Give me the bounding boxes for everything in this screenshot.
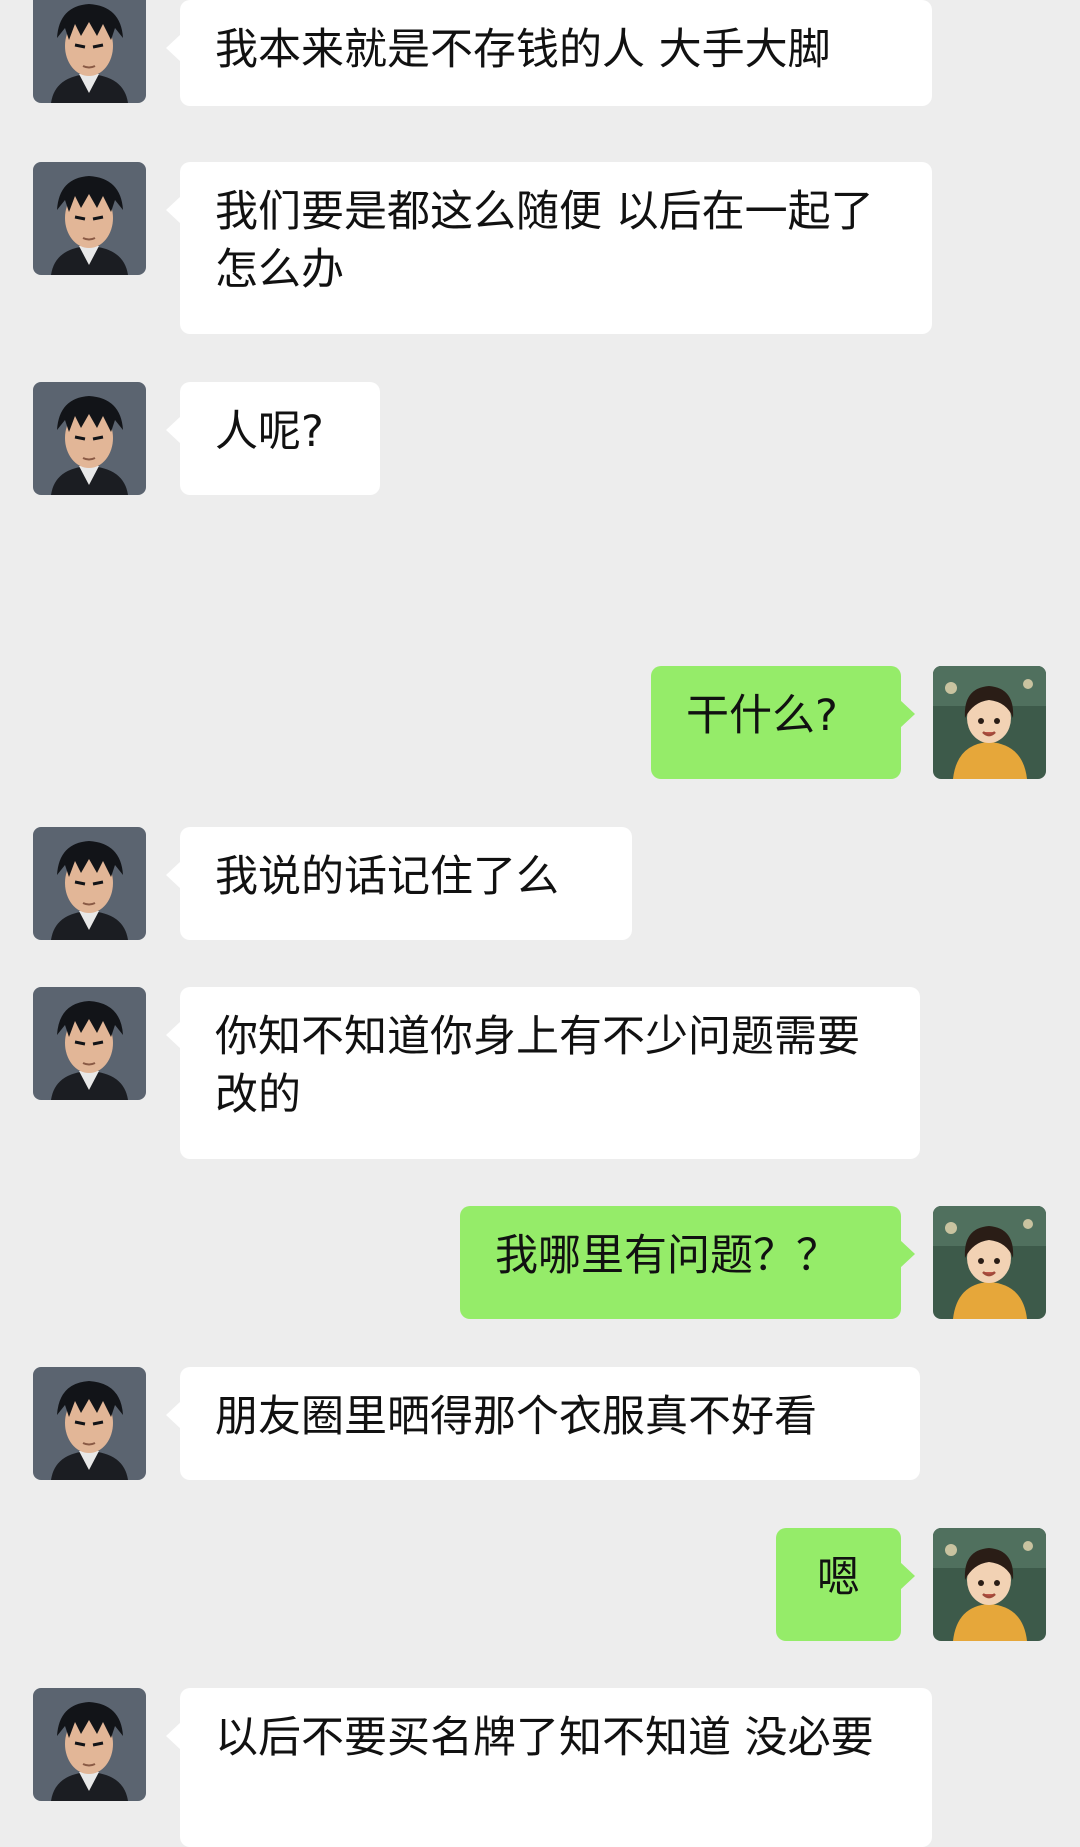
contact-avatar[interactable]	[33, 827, 146, 940]
anime-man-avatar-icon	[33, 0, 146, 103]
chat-message-list[interactable]: 我本来就是不存钱的人 大手大脚 我们要是都这么随便 以后在一起了怎么办 人呢? …	[0, 0, 1080, 1847]
incoming-message-bubble[interactable]: 我本来就是不存钱的人 大手大脚	[166, 0, 932, 106]
message-row-outgoing: 嗯	[0, 1528, 1080, 1641]
incoming-message-bubble[interactable]: 以后不要买名牌了知不知道 没必要	[166, 1688, 932, 1847]
contact-avatar[interactable]	[33, 382, 146, 495]
self-avatar[interactable]	[933, 666, 1046, 779]
outgoing-message-bubble[interactable]: 干什么?	[651, 666, 915, 779]
contact-avatar[interactable]	[33, 162, 146, 275]
anime-man-avatar-icon	[33, 382, 146, 495]
outgoing-message-bubble[interactable]: 嗯	[776, 1528, 915, 1641]
message-row-incoming: 朋友圈里晒得那个衣服真不好看	[0, 1367, 1080, 1480]
incoming-message-bubble[interactable]: 你知不知道你身上有不少问题需要改的	[166, 987, 920, 1159]
self-avatar[interactable]	[933, 1206, 1046, 1319]
anime-man-avatar-icon	[33, 987, 146, 1100]
message-row-incoming: 人呢?	[0, 382, 1080, 495]
message-row-incoming: 我说的话记住了么	[0, 827, 1080, 940]
message-row-incoming: 你知不知道你身上有不少问题需要改的	[0, 987, 1080, 1159]
contact-avatar[interactable]	[33, 987, 146, 1100]
anime-girl-avatar-icon	[933, 666, 1046, 779]
anime-man-avatar-icon	[33, 162, 146, 275]
message-row-incoming: 我本来就是不存钱的人 大手大脚	[0, 0, 1080, 115]
incoming-message-bubble[interactable]: 我们要是都这么随便 以后在一起了怎么办	[166, 162, 932, 334]
message-row-incoming: 以后不要买名牌了知不知道 没必要	[0, 1688, 1080, 1847]
anime-man-avatar-icon	[33, 1688, 146, 1801]
message-row-outgoing: 我哪里有问题？？	[0, 1206, 1080, 1319]
anime-man-avatar-icon	[33, 1367, 146, 1480]
contact-avatar[interactable]	[33, 1688, 146, 1801]
contact-avatar[interactable]	[33, 0, 146, 103]
message-row-outgoing: 干什么?	[0, 666, 1080, 779]
anime-girl-avatar-icon	[933, 1528, 1046, 1641]
incoming-message-bubble[interactable]: 人呢?	[166, 382, 380, 495]
outgoing-message-bubble[interactable]: 我哪里有问题？？	[460, 1206, 915, 1319]
self-avatar[interactable]	[933, 1528, 1046, 1641]
incoming-message-bubble[interactable]: 朋友圈里晒得那个衣服真不好看	[166, 1367, 920, 1480]
anime-man-avatar-icon	[33, 827, 146, 940]
contact-avatar[interactable]	[33, 1367, 146, 1480]
message-row-incoming: 我们要是都这么随便 以后在一起了怎么办	[0, 162, 1080, 337]
anime-girl-avatar-icon	[933, 1206, 1046, 1319]
incoming-message-bubble[interactable]: 我说的话记住了么	[166, 827, 632, 940]
